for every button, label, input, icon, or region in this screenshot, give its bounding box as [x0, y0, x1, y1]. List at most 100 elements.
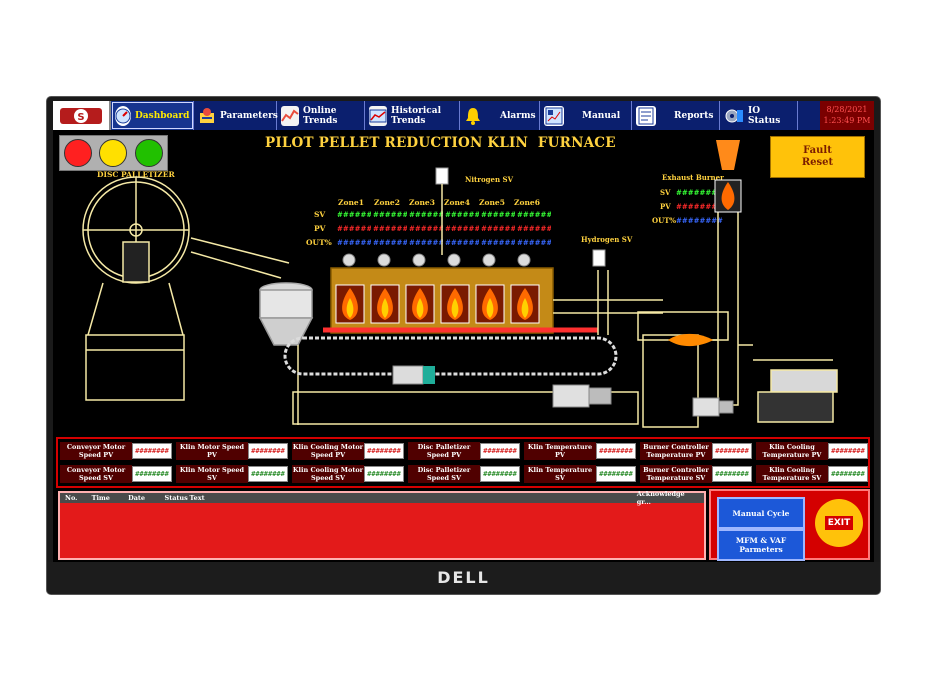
param-cell: Disc Palletizer Speed PV ######## — [408, 442, 520, 460]
klin-motor — [552, 384, 612, 408]
param-input[interactable]: ######## — [596, 466, 636, 482]
nav-parameters-button[interactable]: Parameters — [194, 101, 278, 130]
param-value: ######## — [828, 443, 868, 459]
param-label: Klin Motor Speed SV — [176, 465, 248, 483]
param-value: ######## — [248, 443, 288, 459]
param-input[interactable]: ######## — [712, 466, 752, 482]
exit-button[interactable]: EXIT — [815, 499, 863, 547]
param-cell: Disc Palletizer Speed SV ######## — [408, 465, 520, 483]
zone-burner-nozzles — [342, 253, 531, 267]
manual-icon — [544, 105, 564, 126]
palletizer-base — [85, 334, 185, 401]
exhaust-burner-flame — [714, 140, 742, 213]
exit-label: EXIT — [827, 518, 851, 528]
mfm-vaf-label: MFM & VAF Parmeters — [735, 536, 787, 554]
hmi-screen: S Dashboard Parameters Online Trends His… — [53, 101, 874, 562]
top-nav-bar: S Dashboard Parameters Online Trends His… — [53, 101, 874, 130]
param-label: Klin Cooling Motor Speed PV — [292, 442, 364, 460]
bell-icon — [464, 106, 482, 126]
nav-reports-button[interactable]: Reports — [632, 101, 720, 130]
nav-dashboard-button[interactable]: Dashboard — [111, 101, 194, 130]
manual-cycle-button[interactable]: Manual Cycle — [717, 497, 805, 529]
param-label: Klin Temperature PV — [524, 442, 596, 460]
online-trends-icon — [281, 105, 299, 126]
param-input[interactable]: ######## — [248, 466, 288, 482]
param-label: Klin Motor Speed PV — [176, 442, 248, 460]
param-label: Conveyor Motor Speed PV — [60, 442, 132, 460]
reports-icon — [636, 105, 656, 126]
nitrogen-valve-icon — [435, 167, 449, 255]
conveyor-chain — [283, 336, 618, 376]
param-cell: Klin Cooling Motor Speed SV ######## — [292, 465, 404, 483]
parameters-panel: Conveyor Motor Speed PV ######## Klin Mot… — [56, 437, 870, 488]
dashboard-gauge-icon — [115, 105, 131, 126]
param-label: Conveyor Motor Speed SV — [60, 465, 132, 483]
col-text: Text — [189, 494, 205, 502]
date-time-display: 8/28/2021 1:23:49 PM — [820, 101, 874, 130]
mfm-vaf-parameters-button[interactable]: MFM & VAF Parmeters — [717, 529, 805, 561]
col-status: Status — [164, 494, 188, 502]
param-cell: Klin Cooling Temperature SV ######## — [756, 465, 868, 483]
alarm-table-header: No. Time Date Status Text Acknowledge gr… — [60, 490, 704, 506]
col-time: Time — [91, 494, 110, 502]
nav-io-status-button[interactable]: IO Status — [720, 101, 798, 130]
nav-online-trends-button[interactable]: Online Trends — [277, 101, 365, 130]
param-value: ######## — [132, 443, 172, 459]
parameters-icon — [198, 106, 216, 126]
col-date: Date — [128, 494, 146, 502]
param-cell: Klin Cooling Motor Speed PV ######## — [292, 442, 404, 460]
param-label: Klin Cooling Temperature SV — [756, 465, 828, 483]
cooling-unit — [770, 369, 838, 393]
drive-motor — [392, 365, 435, 385]
col-acknowledge: Acknowledge gr... — [636, 490, 685, 506]
exit-icon: EXIT — [824, 516, 854, 530]
param-value: ######## — [712, 443, 752, 459]
param-label: Klin Cooling Temperature PV — [756, 442, 828, 460]
monitor-chin: DELL — [47, 562, 880, 594]
param-value: ######## — [480, 443, 520, 459]
alarm-table[interactable]: No. Time Date Status Text Acknowledge gr… — [58, 490, 706, 560]
time-text: 1:23:49 PM — [823, 116, 871, 125]
param-cell: Burner Controller Temperature PV ######## — [640, 442, 752, 460]
col-no: No. — [65, 494, 78, 502]
param-label: Burner Controller Temperature SV — [640, 465, 712, 483]
date-text: 8/28/2021 — [826, 105, 868, 114]
param-cell: Klin Cooling Temperature PV ######## — [756, 442, 868, 460]
sv-row: Conveyor Motor Speed SV ######## Klin Mot… — [60, 465, 868, 483]
param-label: Disc Palletizer Speed SV — [408, 465, 480, 483]
pv-row: Conveyor Motor Speed PV ######## Klin Mot… — [60, 442, 868, 460]
param-cell: Conveyor Motor Speed SV ######## — [60, 465, 172, 483]
cooling-motor — [692, 397, 734, 417]
plant-diagram — [82, 140, 838, 428]
param-input[interactable]: ######## — [828, 466, 868, 482]
param-input[interactable]: ######## — [364, 466, 404, 482]
manual-cycle-label: Manual Cycle — [732, 508, 790, 518]
param-cell: Conveyor Motor Speed PV ######## — [60, 442, 172, 460]
param-input[interactable]: ######## — [480, 466, 520, 482]
param-label: Klin Cooling Motor Speed SV — [292, 465, 364, 483]
nav-historical-trends-button[interactable]: Historical Trends — [365, 101, 460, 130]
feed-hopper — [258, 282, 314, 346]
io-status-icon — [724, 106, 744, 126]
param-label: Burner Controller Temperature PV — [640, 442, 712, 460]
kiln-outlet-housing — [642, 334, 699, 428]
palletizer-motor — [122, 241, 150, 283]
nav-manual-button[interactable]: Manual — [540, 101, 632, 130]
param-cell: Klin Temperature PV ######## — [524, 442, 636, 460]
hydrogen-valve-icon — [592, 249, 606, 267]
param-cell: Burner Controller Temperature SV ######## — [640, 465, 752, 483]
param-label: Klin Temperature SV — [524, 465, 596, 483]
action-panel: Manual Cycle MFM & VAF Parmeters EXIT — [709, 489, 870, 561]
param-cell: Klin Motor Speed PV ######## — [176, 442, 288, 460]
historical-trends-icon — [369, 105, 387, 126]
company-logo: S — [53, 101, 111, 130]
dell-logo: DELL — [437, 568, 490, 587]
param-label: Disc Palletizer Speed PV — [408, 442, 480, 460]
param-cell: Klin Motor Speed SV ######## — [176, 465, 288, 483]
param-input[interactable]: ######## — [132, 466, 172, 482]
exhaust-chimney — [717, 184, 739, 406]
nav-alarms-button[interactable]: Alarms — [460, 101, 540, 130]
param-cell: Klin Temperature SV ######## — [524, 465, 636, 483]
param-value: ######## — [596, 443, 636, 459]
svg-text:S: S — [77, 112, 84, 123]
